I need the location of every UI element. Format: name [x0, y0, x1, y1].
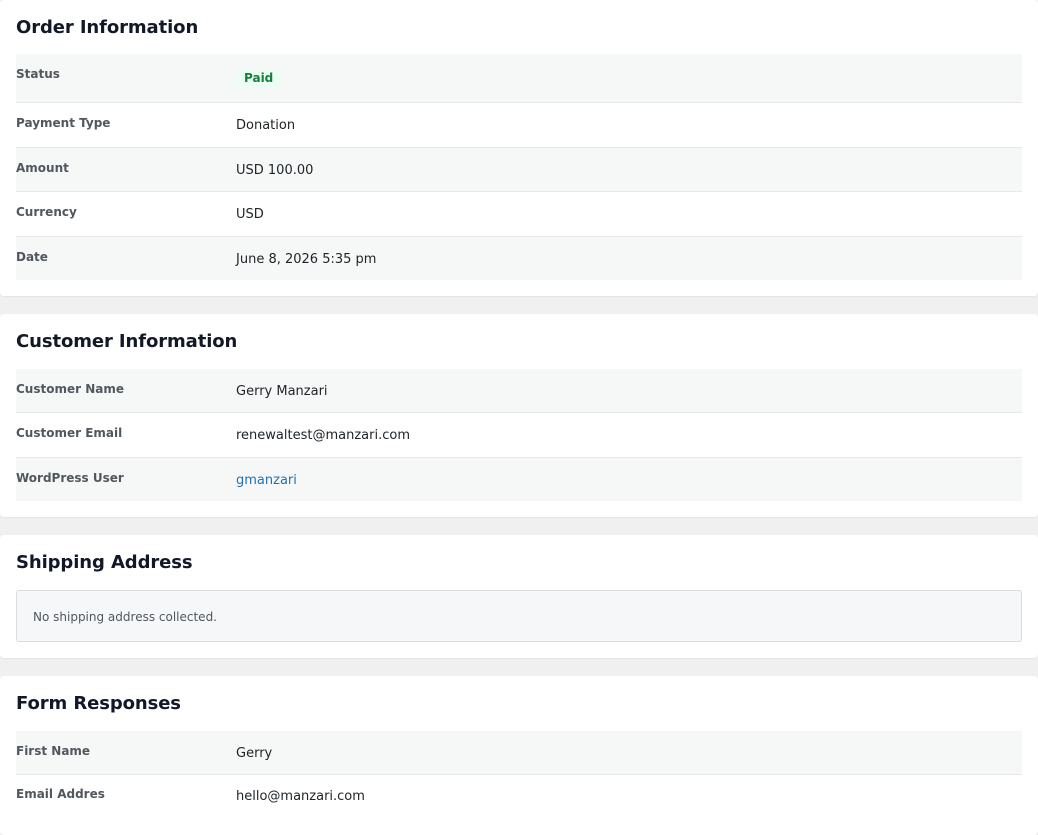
payment-type-label: Payment Type: [16, 116, 111, 130]
email-address-label: Email Addres: [16, 787, 105, 801]
customer-email-value: renewaltest@manzari.com: [236, 428, 410, 443]
customer-information-card: Customer Information Customer Name Gerry…: [0, 314, 1038, 517]
currency-value: USD: [236, 207, 264, 222]
customer-row-wordpress-user: WordPress User gmanzari: [16, 458, 1022, 501]
wordpress-user-value-wrap: gmanzari: [236, 473, 297, 488]
currency-label: Currency: [16, 205, 77, 219]
date-label: Date: [16, 250, 48, 264]
order-information-title: Order Information: [16, 17, 199, 38]
amount-value: USD 100.00: [236, 163, 314, 178]
customer-information-title: Customer Information: [16, 331, 238, 352]
email-address-value: hello@manzari.com: [236, 789, 365, 804]
no-shipping-notice: No shipping address collected.: [16, 590, 1022, 642]
order-row-currency: Currency USD: [16, 192, 1022, 237]
first-name-label: First Name: [16, 744, 91, 758]
order-information-card: Order Information Status Paid Payment Ty…: [0, 0, 1038, 296]
form-row-first-name: First Name Gerry: [16, 731, 1022, 775]
shipping-address-title: Shipping Address: [16, 552, 193, 573]
date-value: June 8, 2026 5:35 pm: [236, 252, 377, 267]
amount-label: Amount: [16, 161, 69, 175]
customer-row-email: Customer Email renewaltest@manzari.com: [16, 413, 1022, 458]
no-shipping-notice-text: No shipping address collected.: [33, 610, 217, 624]
form-responses-title: Form Responses: [16, 693, 181, 714]
customer-row-name: Customer Name Gerry Manzari: [16, 369, 1022, 413]
status-label: Status: [16, 67, 60, 81]
status-value: Paid: [236, 69, 282, 87]
order-row-date: Date June 8, 2026 5:35 pm: [16, 237, 1022, 280]
wordpress-user-link[interactable]: gmanzari: [236, 473, 297, 488]
customer-name-label: Customer Name: [16, 382, 124, 396]
order-row-status: Status Paid: [16, 54, 1022, 103]
first-name-value: Gerry: [236, 746, 273, 761]
shipping-address-card: Shipping Address No shipping address col…: [0, 535, 1038, 658]
form-responses-card: Form Responses First Name Gerry Email Ad…: [0, 676, 1038, 835]
customer-email-label: Customer Email: [16, 426, 123, 440]
order-row-amount: Amount USD 100.00: [16, 148, 1022, 192]
customer-name-value: Gerry Manzari: [236, 384, 328, 399]
wordpress-user-label: WordPress User: [16, 471, 124, 485]
order-row-payment-type: Payment Type Donation: [16, 103, 1022, 148]
form-row-email: Email Addres hello@manzari.com: [16, 775, 1022, 819]
payment-type-value: Donation: [236, 118, 296, 133]
status-badge: Paid: [236, 69, 282, 87]
